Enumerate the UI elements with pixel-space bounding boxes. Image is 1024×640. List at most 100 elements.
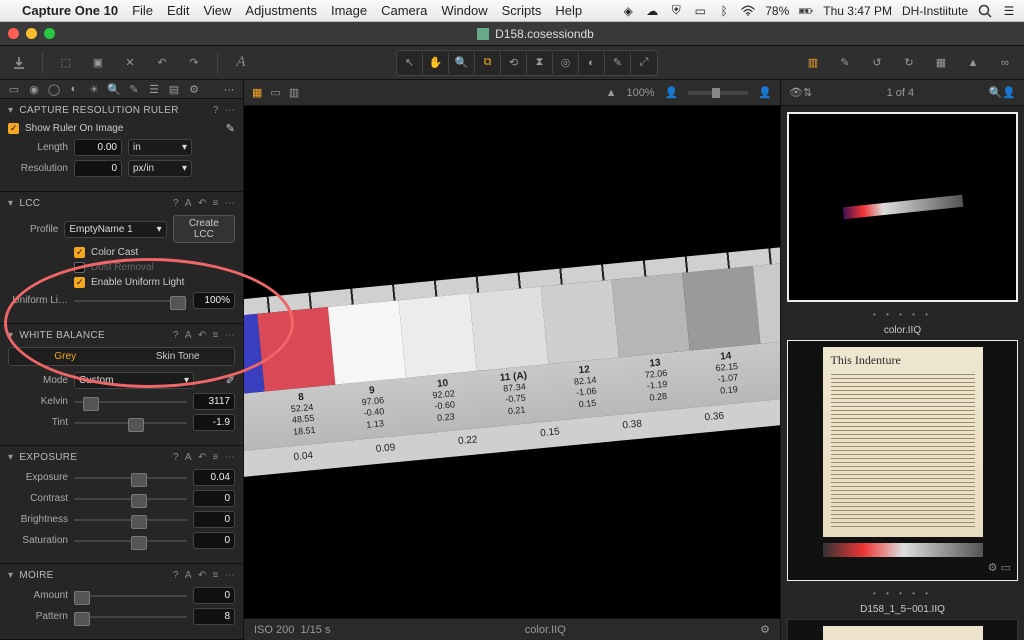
rating-dots-2[interactable]: • • • • • xyxy=(787,587,1018,600)
filter-icon[interactable]: ⇅ xyxy=(803,86,812,99)
keystone-tool[interactable]: ⧗ xyxy=(527,51,553,75)
help-icon[interactable]: ? xyxy=(173,570,179,581)
status-gear-icon[interactable]: ⚙ xyxy=(760,623,770,636)
pattern-value[interactable]: 8 xyxy=(193,608,235,625)
saturation-slider[interactable] xyxy=(74,534,187,548)
zoom-people-icon[interactable]: 👤 xyxy=(665,86,679,99)
brightness-slider[interactable] xyxy=(74,513,187,527)
thumbnail-2[interactable] xyxy=(787,619,1018,640)
auto-icon[interactable]: A xyxy=(185,570,192,581)
wb-tab-grey[interactable]: Grey xyxy=(9,348,122,365)
menu-scripts[interactable]: Scripts xyxy=(502,3,542,18)
notification-icon[interactable]: ☰ xyxy=(1002,4,1016,18)
exposure-slider[interactable] xyxy=(74,471,187,485)
reset-icon[interactable]: ↶ xyxy=(198,330,207,341)
cloud-icon[interactable]: ☁ xyxy=(645,4,659,18)
tab-color-icon[interactable]: ◐ xyxy=(66,81,82,97)
help-icon[interactable]: ? xyxy=(213,105,219,116)
color-cast-checkbox[interactable] xyxy=(74,247,85,258)
preset-icon[interactable]: ≡ xyxy=(213,198,219,209)
uniform-light-checkbox[interactable] xyxy=(74,277,85,288)
gear-icon[interactable]: ⚙ xyxy=(988,562,998,574)
caret-icon[interactable]: ▾ xyxy=(8,105,13,116)
menu-window[interactable]: Window xyxy=(441,3,487,18)
spot-tool[interactable]: ◎ xyxy=(553,51,579,75)
edit-mode-button[interactable]: ✎ xyxy=(832,51,858,75)
dust-removal-checkbox[interactable] xyxy=(74,262,85,273)
hand-tool[interactable]: ✋ xyxy=(423,51,449,75)
menu-image[interactable]: Image xyxy=(331,3,367,18)
length-input[interactable] xyxy=(74,139,122,156)
menuextra-icon[interactable]: ◈ xyxy=(621,4,635,18)
tab-library-icon[interactable]: ▭ xyxy=(6,81,22,97)
wb-mode-select[interactable]: Custom▾ xyxy=(74,372,194,389)
help-icon[interactable]: ? xyxy=(173,452,179,463)
workspace-button[interactable]: ▥ xyxy=(800,51,826,75)
resolution-unit-select[interactable]: px/in▾ xyxy=(128,160,192,177)
cursor-tool[interactable]: ⬚ xyxy=(53,51,79,75)
select-tool[interactable]: ↖ xyxy=(397,51,423,75)
navigator-preview[interactable] xyxy=(787,112,1018,302)
tag-icon[interactable]: ▭ xyxy=(1001,562,1011,574)
preset-icon[interactable]: ≡ xyxy=(213,570,219,581)
thumbnail-1[interactable]: This Indenture ⚙ ▭ xyxy=(787,340,1018,581)
preset-icon[interactable]: ≡ xyxy=(213,330,219,341)
more-icon[interactable]: ⋯ xyxy=(225,198,235,209)
zoom-window-button[interactable] xyxy=(44,28,55,39)
kelvin-value[interactable]: 3117 xyxy=(193,393,235,410)
auto-icon[interactable]: A xyxy=(185,198,192,209)
kelvin-slider[interactable] xyxy=(74,395,187,409)
person-icon[interactable]: 👤 xyxy=(1002,86,1016,99)
more-icon[interactable]: ⋯ xyxy=(225,452,235,463)
zoom-people2-icon[interactable]: 👤 xyxy=(758,86,772,99)
amount-slider[interactable] xyxy=(74,589,187,603)
user-name[interactable]: DH-Instiitute xyxy=(902,4,968,18)
rotate-ccw-button[interactable]: ↺ xyxy=(864,51,890,75)
zoom-level[interactable]: 100% xyxy=(626,87,654,99)
tab-capture-icon[interactable]: ◉ xyxy=(26,81,42,97)
menu-file[interactable]: File xyxy=(132,3,153,18)
tab-details-icon[interactable]: 🔍 xyxy=(106,81,122,97)
uniform-light-slider[interactable] xyxy=(74,294,187,308)
view-single-icon[interactable]: ▭ xyxy=(270,86,280,99)
length-unit-select[interactable]: in▾ xyxy=(128,139,192,156)
menu-edit[interactable]: Edit xyxy=(167,3,189,18)
shield-icon[interactable]: ⛨ xyxy=(669,4,683,18)
delete-tool[interactable]: ✕ xyxy=(117,51,143,75)
show-ruler-checkbox[interactable] xyxy=(8,123,19,134)
menu-view[interactable]: View xyxy=(203,3,231,18)
tab-more-icon[interactable]: ⋯ xyxy=(221,81,237,97)
tint-value[interactable]: -1.9 xyxy=(193,414,235,431)
mask-tool[interactable]: ◐ xyxy=(579,51,605,75)
contrast-slider[interactable] xyxy=(74,492,187,506)
clock[interactable]: Thu 3:47 PM xyxy=(823,4,892,18)
saturation-value[interactable]: 0 xyxy=(193,532,235,549)
help-icon[interactable]: ? xyxy=(173,330,179,341)
menu-camera[interactable]: Camera xyxy=(381,3,427,18)
caret-icon[interactable]: ▾ xyxy=(8,198,13,209)
tab-exposure-icon[interactable]: ☀ xyxy=(86,81,102,97)
crop-tool[interactable]: ⧉ xyxy=(475,51,501,75)
exposure-value[interactable]: 0.04 xyxy=(193,469,235,486)
tint-slider[interactable] xyxy=(74,416,187,430)
import-button[interactable] xyxy=(6,51,32,75)
more-icon[interactable]: ⋯ xyxy=(225,105,235,116)
undo-button[interactable]: ↶ xyxy=(149,51,175,75)
reset-icon[interactable]: ↶ xyxy=(198,570,207,581)
grid-button[interactable]: ▦ xyxy=(928,51,954,75)
preset-icon[interactable]: ≡ xyxy=(213,452,219,463)
more-icon[interactable]: ⋯ xyxy=(225,330,235,341)
loupe-tool[interactable]: 🔍 xyxy=(449,51,475,75)
caret-icon[interactable]: ▾ xyxy=(8,570,13,581)
spotlight-icon[interactable] xyxy=(978,4,992,18)
caret-icon[interactable]: ▾ xyxy=(8,452,13,463)
wb-tab-skin[interactable]: Skin Tone xyxy=(122,348,235,365)
contrast-value[interactable]: 0 xyxy=(193,490,235,507)
more-icon[interactable]: ⋯ xyxy=(225,570,235,581)
reset-icon[interactable]: ↶ xyxy=(198,198,207,209)
rotate-tool[interactable]: ⟲ xyxy=(501,51,527,75)
tab-output-icon[interactable]: ⚙ xyxy=(186,81,202,97)
create-lcc-button[interactable]: Create LCC xyxy=(173,215,235,243)
eye-icon[interactable]: 👁 xyxy=(789,86,803,99)
redo-button[interactable]: ↷ xyxy=(181,51,207,75)
